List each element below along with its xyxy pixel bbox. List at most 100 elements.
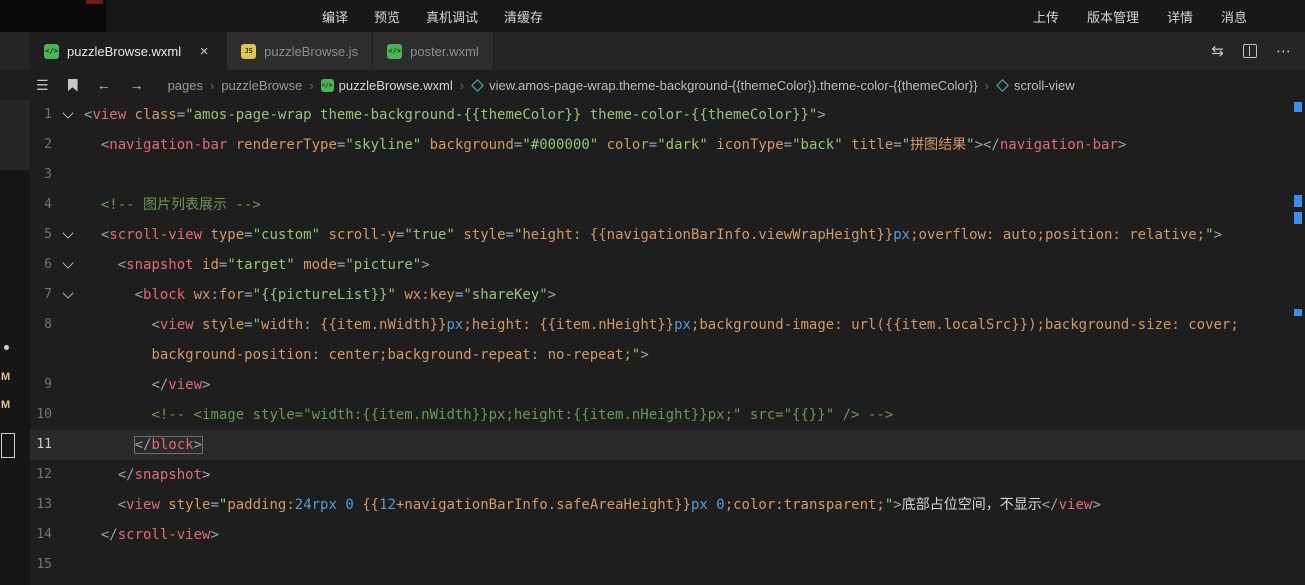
- token: </: [100, 527, 118, 543]
- strip-spacer: [0, 100, 30, 130]
- menu-item[interactable]: 详情: [1167, 7, 1193, 26]
- fold-area: [52, 340, 84, 370]
- bookmark-icon[interactable]: [67, 78, 78, 92]
- code-line[interactable]: 9 </view>: [0, 370, 1305, 400]
- menu-item[interactable]: 消息: [1221, 7, 1247, 26]
- code-text: background-position: center;background-r…: [84, 340, 649, 370]
- token: >: [640, 347, 649, 363]
- token: background: [421, 137, 514, 153]
- token: >: [1092, 497, 1101, 513]
- code-line[interactable]: 5 <scroll-view type="custom" scroll-y="t…: [0, 220, 1305, 250]
- fold-area[interactable]: [52, 280, 84, 310]
- tab-puzzleBrowse.js[interactable]: JS puzzleBrowse.js: [227, 32, 374, 70]
- code-line[interactable]: 1 <view class="amos-page-wrap theme-backg…: [0, 100, 1305, 130]
- code-editor[interactable]: 1 <view class="amos-page-wrap theme-backg…: [0, 100, 1305, 585]
- token: navigation-bar: [999, 137, 1118, 153]
- token: navigation-bar: [109, 137, 228, 153]
- back-arrow-icon[interactable]: ←: [97, 78, 111, 92]
- token: wx:for: [185, 287, 245, 303]
- topbar-menu-right: 上传 版本管理 详情 消息: [1033, 0, 1247, 32]
- token: 拼图结果: [910, 137, 967, 153]
- breadcrumb-label: puzzleBrowse: [221, 77, 303, 93]
- code-text: </scroll-view>: [84, 520, 219, 550]
- menu-item[interactable]: 上传: [1033, 7, 1059, 26]
- code-line[interactable]: 4 <!-- 图片列表展示 -->: [0, 190, 1305, 220]
- breadcrumb-separator-icon: ›: [984, 77, 989, 93]
- token: >: [1117, 137, 1127, 153]
- code-line[interactable]: 11 </block>: [0, 430, 1305, 460]
- fold-area[interactable]: [52, 250, 84, 280]
- token: 24rpx: [294, 497, 337, 513]
- breadcrumb-item-folder[interactable]: pages: [168, 78, 203, 93]
- token: view: [168, 377, 203, 393]
- token: >: [893, 497, 902, 513]
- fold-area: [52, 160, 84, 190]
- menu-item[interactable]: 预览: [374, 7, 400, 26]
- tab-poster.wxml[interactable]: </> poster.wxml: [373, 32, 494, 70]
- line-number: 11: [36, 437, 52, 452]
- code-text: <view style="padding:24rpx 0 {{12+naviga…: [84, 490, 1101, 520]
- token: <: [134, 287, 144, 303]
- token: =: [244, 287, 253, 303]
- line-number: 2: [44, 137, 52, 152]
- strip-spacer: [0, 520, 30, 550]
- fold-area[interactable]: [52, 100, 84, 130]
- token: style: [454, 227, 506, 243]
- code-line[interactable]: 6 <snapshot id="target" mode="picture">: [0, 250, 1305, 280]
- token: >: [421, 257, 430, 273]
- token: snapshot: [126, 257, 194, 273]
- breadcrumb-item-symbol[interactable]: scroll-view: [996, 78, 1075, 93]
- code-text: <!-- 图片列表展示 -->: [84, 190, 261, 220]
- symbol-icon: [996, 78, 1009, 92]
- line-number: 9: [44, 377, 52, 392]
- token: background-position: center;background-r…: [151, 347, 632, 363]
- fold-chevron-icon: [62, 257, 74, 269]
- more-actions-icon[interactable]: ⋯: [1276, 44, 1291, 59]
- token: ;color:transparent;: [724, 497, 885, 513]
- breadcrumb-item-symbol[interactable]: view.amos-page-wrap.theme-background-{{t…: [471, 78, 978, 93]
- token: height: {{navigationBarInfo.viewWrapHeig…: [522, 227, 894, 243]
- code-line[interactable]: 3: [0, 160, 1305, 190]
- forward-arrow-icon[interactable]: →: [130, 78, 144, 92]
- breadcrumb-item-file[interactable]: </> puzzleBrowse.wxml: [320, 78, 453, 93]
- menu-item[interactable]: 真机调试: [426, 7, 478, 26]
- line-number: 13: [36, 497, 52, 512]
- fold-area[interactable]: [52, 220, 84, 250]
- menu-item[interactable]: 清缓存: [504, 7, 543, 26]
- code-line[interactable]: 8 <view style="width: {{item.nWidth}}px;…: [0, 310, 1305, 340]
- token: 0: [716, 497, 725, 513]
- code-line[interactable]: 2 <navigation-bar rendererType="skyline"…: [0, 130, 1305, 160]
- line-number: 15: [36, 557, 52, 572]
- code-line[interactable]: 12 </snapshot>: [0, 460, 1305, 490]
- token: "amos-page-wrap theme-background-{{theme…: [185, 107, 818, 123]
- code-line[interactable]: 15: [0, 550, 1305, 580]
- code-line[interactable]: 13 <view style="padding:24rpx 0 {{12+nav…: [0, 490, 1305, 520]
- compare-editors-icon[interactable]: ⇆: [1211, 44, 1224, 59]
- scrollbar-decoration: [1294, 309, 1302, 316]
- tab-puzzleBrowse.wxml[interactable]: </> puzzleBrowse.wxml ×: [30, 32, 228, 70]
- code-line[interactable]: background-position: center;background-r…: [0, 340, 1305, 370]
- code-text: </view>: [84, 370, 210, 400]
- vertical-scrollbar[interactable]: [1291, 100, 1305, 585]
- code-line[interactable]: 7 <block wx:for="{{pictureList}}" wx:key…: [0, 280, 1305, 310]
- outline-list-icon[interactable]: ☰: [36, 78, 49, 92]
- menu-item[interactable]: 版本管理: [1087, 7, 1139, 26]
- tab-close-icon[interactable]: ×: [196, 43, 212, 60]
- token: >: [1213, 227, 1222, 243]
- token: style: [159, 497, 211, 513]
- code-text: </block>: [84, 430, 204, 460]
- line-number: 12: [36, 467, 52, 482]
- token: <!-- <image style="width:{{item.nWidth}}…: [151, 407, 894, 423]
- breadcrumb-item-folder[interactable]: puzzleBrowse: [221, 78, 302, 93]
- split-editor-icon[interactable]: [1243, 44, 1257, 58]
- code-line[interactable]: 14 </scroll-view>: [0, 520, 1305, 550]
- strip-spacer: [0, 130, 30, 160]
- menu-item[interactable]: 编译: [322, 7, 348, 26]
- scrollbar-decoration: [1294, 102, 1302, 112]
- token: =: [210, 497, 219, 513]
- token: class: [126, 107, 177, 123]
- breadcrumb-separator-icon: ›: [309, 77, 314, 93]
- modified-badge: M: [1, 399, 11, 411]
- code-line[interactable]: 10 <!-- <image style="width:{{item.nWidt…: [0, 400, 1305, 430]
- tab-label: poster.wxml: [410, 43, 479, 59]
